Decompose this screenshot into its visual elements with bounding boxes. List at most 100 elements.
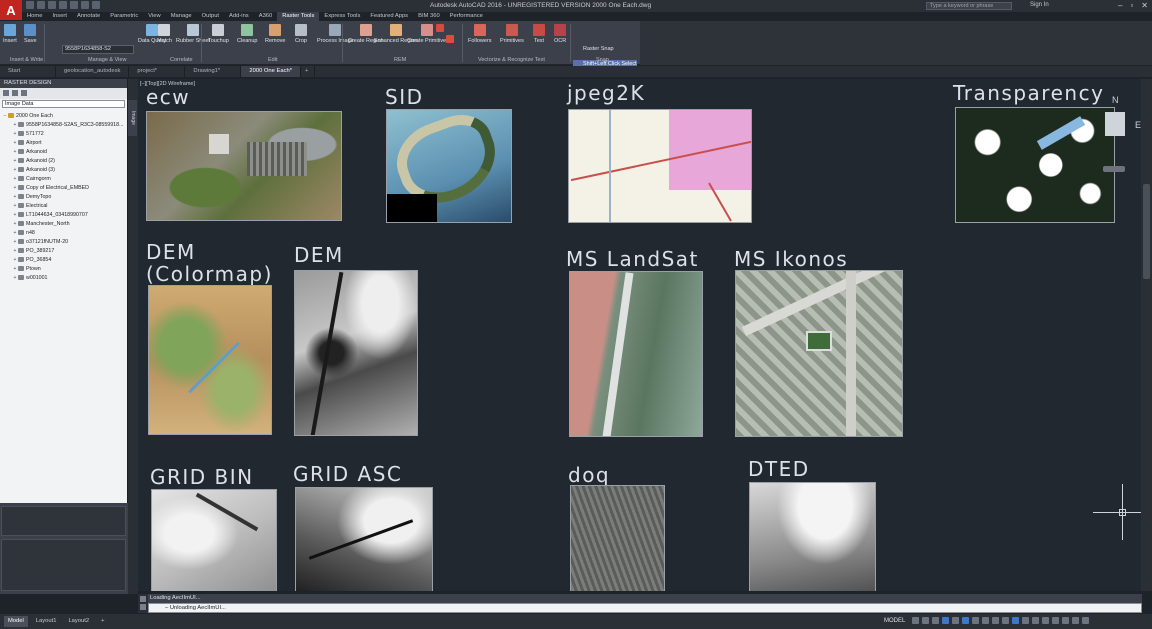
layout-tab-model[interactable]: Model bbox=[4, 616, 28, 627]
file-tab-geolocation-autodesk[interactable]: geolocation_autodesk bbox=[56, 66, 130, 77]
cleanup-button[interactable]: Cleanup bbox=[237, 24, 258, 44]
ribbon-tab-home[interactable]: Home bbox=[22, 12, 47, 21]
navigation-bar[interactable] bbox=[1103, 166, 1125, 172]
text-button[interactable]: Text bbox=[533, 24, 545, 44]
customize-command-icon[interactable] bbox=[140, 604, 146, 610]
vertical-scrollbar[interactable] bbox=[1141, 79, 1152, 591]
ribbon-tab-insert[interactable]: Insert bbox=[47, 12, 72, 21]
annotation-scale-icon[interactable] bbox=[1002, 617, 1010, 624]
transparency-icon[interactable] bbox=[992, 617, 1000, 624]
customization-icon[interactable] bbox=[1082, 617, 1090, 624]
palette-side-tab-image[interactable]: Image bbox=[128, 100, 137, 136]
new-tab-icon[interactable]: + bbox=[301, 66, 315, 77]
palette-tool-icon-3[interactable] bbox=[21, 90, 27, 96]
tree-item[interactable]: + Ptown bbox=[2, 264, 125, 273]
quick-properties-icon[interactable] bbox=[1042, 617, 1050, 624]
app-logo-button[interactable]: A bbox=[0, 0, 22, 20]
raster-ms-landsat[interactable] bbox=[569, 271, 703, 437]
tree-item[interactable]: + Copy of Electrical_EMBED bbox=[2, 183, 125, 192]
viewcube[interactable] bbox=[1105, 112, 1125, 136]
raster-grid-asc[interactable] bbox=[295, 487, 433, 591]
close-command-icon[interactable] bbox=[140, 596, 146, 602]
new-icon[interactable] bbox=[26, 1, 34, 9]
object-snap-icon[interactable] bbox=[972, 617, 980, 624]
ribbon-tab-a360[interactable]: A360 bbox=[254, 12, 278, 21]
object-snap-tracking-icon[interactable] bbox=[962, 617, 970, 624]
file-tab-start[interactable]: Start bbox=[0, 66, 56, 77]
raster-grid-bin[interactable] bbox=[151, 489, 277, 591]
raster-jpeg2k[interactable] bbox=[568, 109, 752, 223]
ribbon-tab-view[interactable]: View bbox=[143, 12, 165, 21]
open-icon[interactable] bbox=[37, 1, 45, 9]
sign-in-link[interactable]: Sign In bbox=[1030, 2, 1049, 8]
palette-tool-icon-2[interactable] bbox=[12, 90, 18, 96]
isolate-objects-icon[interactable] bbox=[1052, 617, 1060, 624]
tree-item[interactable]: + DemyTopo bbox=[2, 192, 125, 201]
primitives-button[interactable]: Primitives bbox=[500, 24, 524, 44]
ribbon-tab-featured-apps[interactable]: Featured Apps bbox=[365, 12, 413, 21]
ribbon-tab-raster-tools[interactable]: Raster Tools bbox=[277, 12, 320, 21]
touchup-button[interactable]: Touchup bbox=[208, 24, 229, 44]
workspace-icon[interactable] bbox=[1012, 617, 1020, 624]
crop-button[interactable]: Crop bbox=[295, 24, 307, 44]
rubber-sheet-button[interactable]: Rubber Sheet bbox=[176, 24, 210, 44]
maximize-icon[interactable]: ▫ bbox=[1130, 1, 1133, 10]
ribbon-tab-add-ins[interactable]: Add-ins bbox=[224, 12, 254, 21]
raster-dem[interactable] bbox=[294, 270, 418, 436]
model-space-indicator[interactable]: MODEL bbox=[884, 618, 905, 624]
tree-item[interactable]: +571772 bbox=[2, 129, 125, 138]
tree-root[interactable]: −2000 One Each bbox=[2, 111, 125, 120]
hardware-acceleration-icon[interactable] bbox=[1062, 617, 1070, 624]
tree-item[interactable]: + Airport bbox=[2, 138, 125, 147]
raster-ecw[interactable] bbox=[146, 111, 342, 221]
insert-button[interactable]: Insert bbox=[3, 24, 17, 44]
raster-ms-ikonos[interactable] bbox=[735, 270, 903, 437]
ribbon-tab-bim-360[interactable]: BIM 360 bbox=[413, 12, 445, 21]
units-icon[interactable] bbox=[1032, 617, 1040, 624]
tree-item[interactable]: + Arkanoid (2) bbox=[2, 156, 125, 165]
saveas-icon[interactable] bbox=[59, 1, 67, 9]
tree-item[interactable]: + PO_36854 bbox=[2, 255, 125, 264]
raster-dem-colormap[interactable] bbox=[148, 285, 272, 435]
primitive-tools-group-2[interactable] bbox=[446, 35, 454, 45]
palette-view-dropdown[interactable]: Image Data bbox=[2, 100, 125, 108]
close-icon[interactable]: ✕ bbox=[1141, 1, 1148, 10]
ortho-icon[interactable] bbox=[932, 617, 940, 624]
command-input[interactable]: – Unloading AecIImUI... bbox=[148, 603, 1142, 613]
add-layout-icon[interactable]: + bbox=[97, 616, 108, 627]
raster-dted[interactable] bbox=[749, 482, 876, 591]
ocr-button[interactable]: OCR bbox=[554, 24, 566, 44]
primitive-tools-group[interactable] bbox=[436, 24, 444, 34]
ribbon-tab-manage[interactable]: Manage bbox=[166, 12, 197, 21]
isodraft-icon[interactable] bbox=[952, 617, 960, 624]
clean-screen-icon[interactable] bbox=[1072, 617, 1080, 624]
file-tab-project[interactable]: project* bbox=[129, 66, 186, 77]
file-tab-2000-one-each[interactable]: 2000 One Each* bbox=[241, 66, 301, 77]
search-input[interactable]: Type a keyword or phrase bbox=[926, 2, 1012, 10]
ribbon-tab-annotate[interactable]: Annotate bbox=[72, 12, 105, 21]
save-button[interactable]: Save bbox=[24, 24, 37, 44]
followers-button[interactable]: Followers bbox=[468, 24, 492, 44]
snap-icon[interactable] bbox=[922, 617, 930, 624]
layout-tab-layout2[interactable]: Layout2 bbox=[64, 616, 93, 627]
match-button[interactable]: Match bbox=[157, 24, 172, 44]
undo-icon[interactable] bbox=[81, 1, 89, 9]
polar-icon[interactable] bbox=[942, 617, 950, 624]
annotation-monitor-icon[interactable] bbox=[1022, 617, 1030, 624]
ribbon-tab-parametric[interactable]: Parametric bbox=[105, 12, 143, 21]
minimize-icon[interactable]: – bbox=[1118, 1, 1122, 10]
tree-item[interactable]: + Cairngorm bbox=[2, 174, 125, 183]
grid-icon[interactable] bbox=[912, 617, 920, 624]
tree-item[interactable]: + Manchester_North bbox=[2, 219, 125, 228]
tree-item[interactable]: + Electrical bbox=[2, 201, 125, 210]
tree-item[interactable]: + Arkanoid bbox=[2, 147, 125, 156]
lineweight-icon[interactable] bbox=[982, 617, 990, 624]
ribbon-tab-express-tools[interactable]: Express Tools bbox=[319, 12, 365, 21]
tree-item[interactable]: + o37121fNUTM-20 bbox=[2, 237, 125, 246]
palette-tool-icon-1[interactable] bbox=[3, 90, 9, 96]
tree-item[interactable]: + w001001 bbox=[2, 273, 125, 282]
raster-transparency[interactable] bbox=[955, 107, 1115, 223]
raster-sid[interactable] bbox=[386, 109, 512, 223]
image-select[interactable]: 9558P1634858-S2 bbox=[62, 45, 134, 54]
raster-doq[interactable] bbox=[570, 485, 665, 591]
